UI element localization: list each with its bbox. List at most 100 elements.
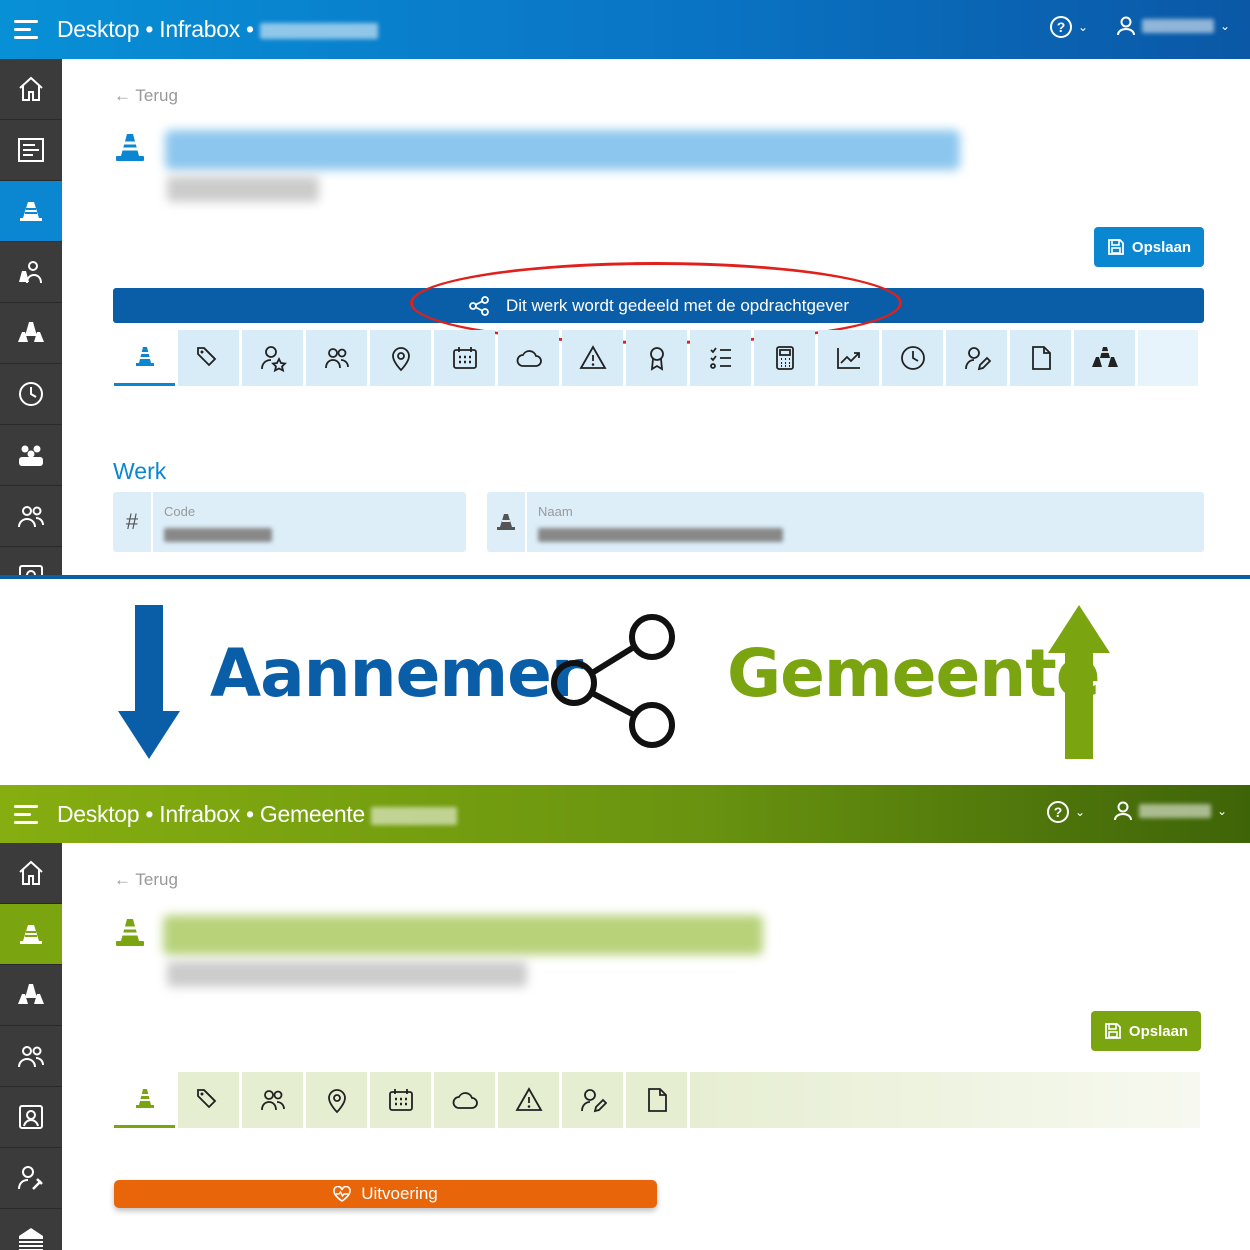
sidebar-item-contact[interactable]: [0, 1087, 62, 1148]
tab-warning[interactable]: [562, 330, 623, 386]
tab-document[interactable]: [626, 1072, 687, 1128]
cone-icon: [116, 134, 144, 161]
gemeente-label: Gemeente: [727, 635, 1101, 712]
sidebar-item-cones[interactable]: [0, 965, 62, 1026]
sidebar-item-home[interactable]: [0, 843, 62, 904]
tab-bar: [114, 330, 1198, 386]
tab-document[interactable]: [1010, 330, 1071, 386]
clock-icon: [19, 382, 43, 406]
users-icon: [18, 506, 44, 528]
tab-clock[interactable]: [882, 330, 943, 386]
tab-user-star[interactable]: [242, 330, 303, 386]
tab-calendar[interactable]: [434, 330, 495, 386]
header-title: Desktop • Infrabox •: [57, 16, 378, 43]
cone-icon: [20, 202, 42, 221]
tab-cone[interactable]: [114, 330, 175, 386]
calendar-icon: [452, 347, 477, 369]
tab-calendar[interactable]: [370, 1072, 431, 1128]
sidebar-item-users[interactable]: [0, 486, 62, 547]
tab-users[interactable]: [306, 330, 367, 386]
code-label: Code: [164, 504, 196, 519]
user-star-icon: [260, 346, 287, 372]
tab-award[interactable]: [626, 330, 687, 386]
name-value-redacted: [538, 528, 783, 542]
project-subtitle-redacted: [167, 961, 527, 987]
user-menu[interactable]: ⌄: [1116, 16, 1230, 36]
sidebar-item-list[interactable]: [0, 120, 62, 181]
tab-users[interactable]: [242, 1072, 303, 1128]
menu-icon[interactable]: [14, 20, 38, 40]
sidebar-item-cone[interactable]: [0, 904, 62, 965]
sidebar-item-building[interactable]: [0, 1209, 62, 1250]
sidebar-item-team[interactable]: [0, 425, 62, 486]
tab-cloud[interactable]: [498, 330, 559, 386]
back-link[interactable]: ← Terug: [114, 870, 178, 890]
back-label: Terug: [135, 86, 178, 105]
tab-calculator[interactable]: [754, 330, 815, 386]
sidebar: [0, 59, 62, 575]
back-link[interactable]: ← Terug: [114, 86, 178, 106]
calculator-icon: [775, 346, 794, 370]
sidebar-item-user-wrench[interactable]: [0, 1148, 62, 1209]
name-label: Naam: [538, 504, 573, 519]
section-title: Werk: [113, 458, 167, 484]
save-icon: [1108, 239, 1124, 255]
header-org-redacted: [371, 806, 457, 825]
chart-line-icon: [836, 348, 860, 369]
tags-icon: [196, 1089, 216, 1109]
app-header: Desktop • Infrabox • Gemeente ? ⌄ ⌄: [0, 785, 1250, 843]
save-button[interactable]: Opslaan: [1094, 227, 1204, 267]
tab-location-pin[interactable]: [306, 1072, 367, 1128]
help-circle-icon: ?: [1047, 801, 1069, 823]
menu-icon[interactable]: [14, 805, 38, 825]
sidebar-item-cone[interactable]: [0, 181, 62, 242]
tab-user-edit[interactable]: [562, 1072, 623, 1128]
tab-bar: [114, 1072, 1200, 1128]
code-field[interactable]: # Code: [113, 492, 466, 552]
chevron-down-icon: ⌄: [1217, 804, 1228, 818]
name-field[interactable]: Naam: [487, 492, 1204, 552]
tab-cone[interactable]: [114, 1072, 175, 1128]
tab-location-pin[interactable]: [370, 330, 431, 386]
clock-icon: [900, 346, 925, 370]
tab-user-edit[interactable]: [946, 330, 1007, 386]
help-menu[interactable]: ? ⌄: [1050, 16, 1088, 38]
chevron-down-icon: ⌄: [1078, 20, 1089, 34]
header-separator: •: [145, 16, 154, 42]
cones-icon: [1091, 347, 1118, 367]
sidebar-item-cones[interactable]: [0, 303, 62, 364]
sidebar-item-contact[interactable]: [0, 547, 62, 575]
status-badge[interactable]: Uitvoering: [114, 1180, 657, 1208]
sidebar-item-person-cone[interactable]: [0, 242, 62, 303]
cone-icon: [116, 919, 144, 946]
hash-icon: #: [113, 492, 153, 552]
sidebar-item-clock[interactable]: [0, 364, 62, 425]
tab-cones[interactable]: [1074, 330, 1135, 386]
sidebar-item-home[interactable]: [0, 59, 62, 120]
header-app-name: Desktop: [57, 16, 140, 42]
save-button[interactable]: Opslaan: [1091, 1011, 1201, 1051]
cloud-icon: [516, 350, 542, 367]
tab-tags[interactable]: [178, 330, 239, 386]
tab-tags[interactable]: [178, 1072, 239, 1128]
user-menu[interactable]: ⌄: [1113, 801, 1227, 821]
project-title-redacted: [165, 130, 960, 170]
arrow-up-icon: [1048, 605, 1110, 759]
user-name-redacted: [1139, 804, 1211, 818]
tags-icon: [196, 347, 216, 367]
tab-cloud[interactable]: [434, 1072, 495, 1128]
sidebar-item-users[interactable]: [0, 1026, 62, 1087]
users-icon: [18, 1046, 44, 1068]
gemeente-screen: Desktop • Infrabox • Gemeente ? ⌄ ⌄ ← Te…: [0, 785, 1250, 1250]
header-separator: •: [246, 16, 254, 42]
tab-chart-line[interactable]: [818, 330, 879, 386]
tab-bar-filler: [1138, 330, 1198, 386]
user-icon: [1117, 16, 1135, 36]
header-module-name: Infrabox: [159, 801, 240, 827]
save-icon: [1105, 1023, 1121, 1039]
tab-checklist[interactable]: [690, 330, 751, 386]
save-label: Opslaan: [1131, 238, 1192, 256]
help-menu[interactable]: ? ⌄: [1047, 801, 1085, 823]
header-module-name: Infrabox: [159, 16, 240, 42]
tab-warning[interactable]: [498, 1072, 559, 1128]
